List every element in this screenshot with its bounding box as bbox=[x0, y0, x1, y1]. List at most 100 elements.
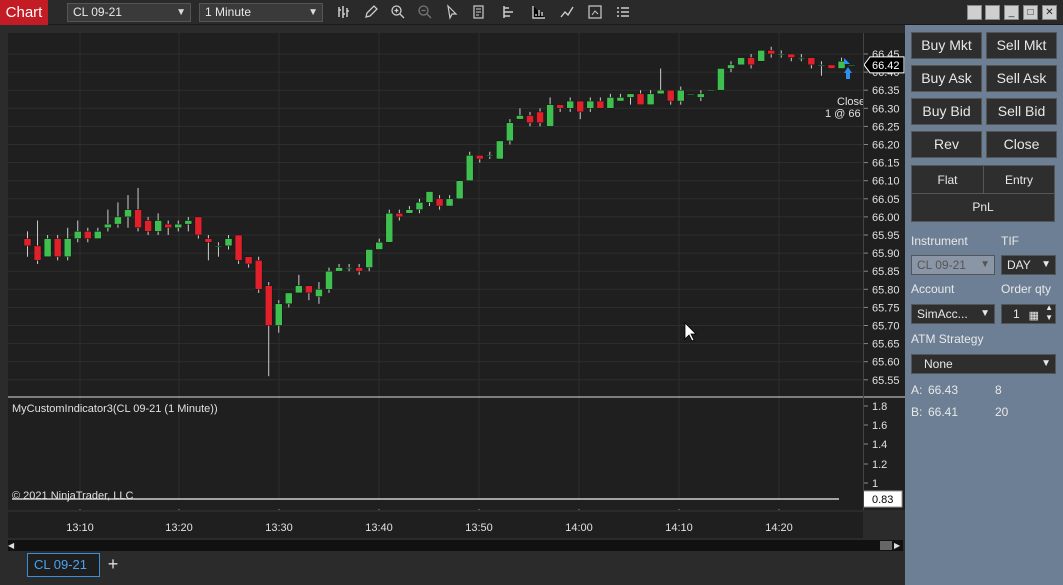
order-qty-label: Order qty bbox=[1001, 282, 1052, 296]
scroll-right-icon[interactable]: ▶ bbox=[894, 541, 903, 550]
templates-icon[interactable] bbox=[586, 4, 604, 22]
candle-body bbox=[566, 100, 574, 109]
candle-body bbox=[355, 267, 363, 272]
atm-strategy-select[interactable]: None ▼ bbox=[911, 354, 1056, 374]
tif-select[interactable]: DAY ▼ bbox=[1001, 255, 1056, 275]
horizontal-scrollbar[interactable]: ◀ ▶ bbox=[8, 540, 903, 551]
candle-body bbox=[104, 223, 112, 229]
time-label: 13:10 bbox=[66, 522, 94, 534]
time-label: 14:20 bbox=[765, 522, 793, 534]
candle-body bbox=[606, 97, 615, 109]
cursor-icon[interactable] bbox=[443, 4, 461, 22]
candle-body bbox=[496, 140, 504, 160]
candle-body bbox=[777, 53, 785, 56]
candle-body bbox=[204, 238, 213, 243]
strategies-icon[interactable] bbox=[558, 4, 576, 22]
candle-body bbox=[636, 93, 645, 105]
candle-body bbox=[506, 122, 514, 142]
sell-ask-button[interactable]: Sell Ask bbox=[986, 65, 1057, 92]
interval-selector-value: 1 Minute bbox=[205, 5, 252, 19]
buy-bid-button[interactable]: Buy Bid bbox=[911, 98, 982, 125]
candle-body bbox=[646, 93, 655, 105]
chevron-down-icon: ▼ bbox=[176, 7, 186, 18]
candlestick-chart[interactable]: MyCustomIndicator3(CL 09-21 (1 Minute)) ©… bbox=[8, 33, 865, 513]
candle-body bbox=[546, 104, 554, 127]
candle-body bbox=[526, 115, 534, 124]
candle-body bbox=[797, 57, 806, 59]
candle-body bbox=[385, 213, 394, 243]
chevron-down-icon: ▼ bbox=[980, 308, 990, 319]
interval-selector[interactable]: 1 Minute ▼ bbox=[199, 3, 323, 22]
indicator-axis-label: 1.8 bbox=[872, 401, 887, 413]
scroll-thumb[interactable] bbox=[880, 541, 892, 550]
candle-body bbox=[536, 111, 544, 124]
price-label: 65.65 bbox=[872, 339, 900, 351]
time-label: 14:10 bbox=[665, 522, 693, 534]
tif-label: TIF bbox=[1001, 234, 1019, 248]
candle-body bbox=[53, 238, 62, 257]
atm-strategy-label: ATM Strategy bbox=[911, 332, 984, 346]
price-label: 65.70 bbox=[872, 321, 900, 333]
candle-body bbox=[164, 223, 172, 229]
time-label: 13:20 bbox=[165, 522, 193, 534]
tile-window-button[interactable] bbox=[967, 5, 982, 20]
indicator-axis-label: 1.2 bbox=[872, 459, 887, 471]
menu-icon[interactable] bbox=[614, 4, 632, 22]
maximize-button[interactable]: □ bbox=[1023, 5, 1038, 20]
candle-body bbox=[827, 64, 836, 69]
position-arrow-icon bbox=[844, 67, 852, 79]
reverse-button[interactable]: Rev bbox=[911, 131, 982, 158]
candle-body bbox=[285, 292, 293, 305]
candle-body bbox=[656, 89, 665, 95]
sell-bid-button[interactable]: Sell Bid bbox=[986, 98, 1057, 125]
candle-body bbox=[74, 231, 82, 239]
candle-body bbox=[757, 50, 765, 62]
candle-body bbox=[807, 57, 816, 66]
properties-icon[interactable] bbox=[500, 4, 518, 22]
close-position-button[interactable]: Close bbox=[986, 131, 1057, 158]
indicators-icon[interactable] bbox=[530, 4, 548, 22]
candle-body bbox=[707, 89, 715, 92]
draw-pencil-icon[interactable] bbox=[362, 4, 380, 22]
instrument-selector[interactable]: CL 09-21 ▼ bbox=[67, 3, 191, 22]
time-axis[interactable]: 13:10 13:20 13:30 13:40 13:50 14:00 14:10 14:20 bbox=[8, 512, 863, 538]
add-tab-button[interactable]: + bbox=[104, 553, 122, 577]
price-label: 66.35 bbox=[872, 85, 900, 97]
indicator-axis-label: 1 bbox=[872, 478, 878, 490]
zoom-out-icon[interactable] bbox=[416, 4, 434, 22]
minimize-button[interactable]: _ bbox=[1004, 5, 1019, 20]
buy-ask-button[interactable]: Buy Ask bbox=[911, 65, 982, 92]
chevron-down-icon: ▼ bbox=[1041, 259, 1051, 270]
candle-body bbox=[767, 50, 775, 55]
stepper-arrows-icon[interactable]: ▲ ▼ bbox=[1045, 303, 1053, 323]
price-label: 66.00 bbox=[872, 212, 900, 224]
candle-body bbox=[114, 216, 122, 225]
data-box-icon[interactable] bbox=[470, 4, 488, 22]
app-badge: Chart bbox=[0, 0, 48, 25]
zoom-in-icon[interactable] bbox=[389, 4, 407, 22]
time-label: 13:50 bbox=[465, 522, 493, 534]
price-axis[interactable]: 66.4566.4066.3566.3066.2566.2066.1566.10… bbox=[857, 33, 906, 510]
bar-type-icon[interactable] bbox=[335, 4, 353, 22]
calculator-icon[interactable]: ▦ bbox=[1029, 307, 1039, 325]
chart-panel[interactable]: MyCustomIndicator3(CL 09-21 (1 Minute)) ©… bbox=[8, 33, 865, 513]
candle-body bbox=[214, 245, 223, 248]
ask-size: 8 bbox=[995, 383, 1002, 397]
tab-cl-09-21[interactable]: CL 09-21 bbox=[27, 553, 100, 577]
sell-mkt-button[interactable]: Sell Mkt bbox=[986, 32, 1057, 59]
order-qty-stepper[interactable]: 1 ▦ ▲ ▼ bbox=[1001, 303, 1056, 325]
tile-window-button-2[interactable] bbox=[985, 5, 1000, 20]
price-label: 65.90 bbox=[872, 248, 900, 260]
candle-body bbox=[345, 267, 353, 269]
scroll-left-icon[interactable]: ◀ bbox=[8, 541, 17, 550]
candle-body bbox=[626, 93, 635, 98]
buy-mkt-button[interactable]: Buy Mkt bbox=[911, 32, 982, 59]
position-entry-label: Entry bbox=[984, 166, 1054, 194]
bid-price: 66.41 bbox=[928, 405, 959, 419]
account-select[interactable]: SimAcc... ▼ bbox=[911, 304, 995, 324]
candle-body bbox=[254, 260, 263, 290]
copyright-text: © 2021 NinjaTrader, LLC bbox=[12, 490, 133, 502]
chevron-down-icon: ▼ bbox=[980, 259, 990, 270]
candle-body bbox=[666, 89, 675, 102]
close-window-button[interactable]: ✕ bbox=[1042, 5, 1057, 20]
